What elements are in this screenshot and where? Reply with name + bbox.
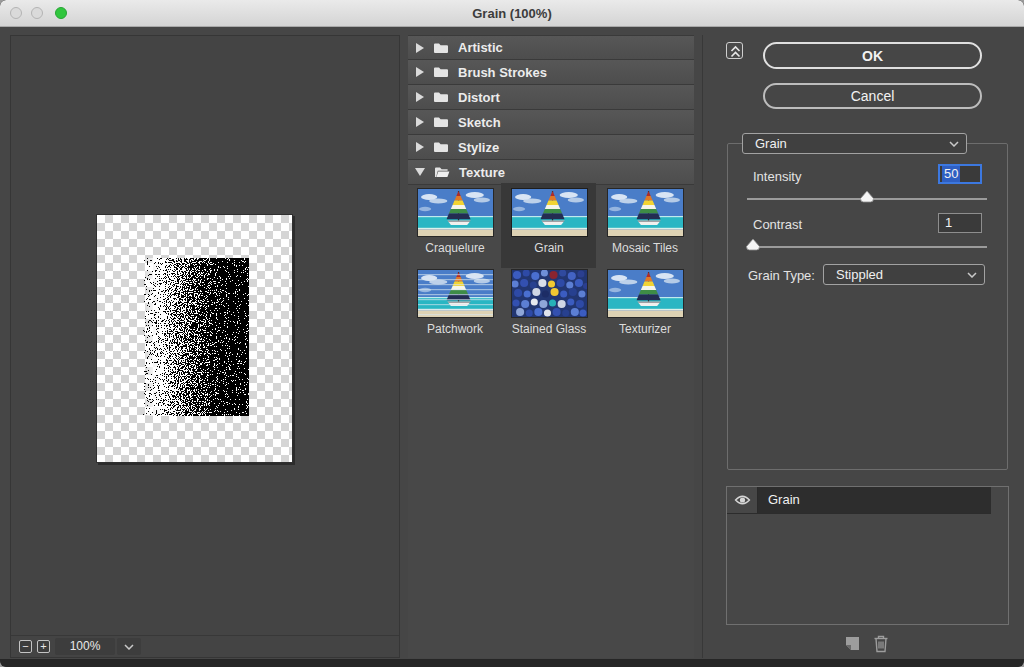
filter-thumb-mosaic-tiles[interactable]: Mosaic Tiles [598, 186, 692, 255]
grain-type-label: Grain Type: [748, 268, 815, 283]
visibility-toggle[interactable] [727, 487, 758, 513]
category-sketch[interactable]: Sketch [408, 110, 694, 135]
contrast-input[interactable]: 1 [938, 213, 982, 233]
stained-glass-thumbnail-image [512, 270, 587, 317]
filter-thumb-grain[interactable]: Grain [502, 186, 596, 255]
preview-panel: − + 100% [10, 35, 400, 658]
craquelure-thumbnail-image [418, 189, 493, 236]
grain-type-select[interactable]: Stippled [823, 264, 985, 285]
filter-thumb-craquelure[interactable]: Craquelure [408, 186, 502, 255]
slider-thumb[interactable] [745, 238, 761, 251]
category-brush-strokes[interactable]: Brush Strokes [408, 60, 694, 85]
zoom-out-button[interactable]: − [19, 640, 32, 653]
texturizer-thumbnail-image [608, 270, 683, 317]
double-chevron-up-icon [730, 45, 741, 58]
zoom-dropdown[interactable] [117, 638, 141, 655]
grain-thumbnail-image [512, 189, 587, 236]
filter-thumb-texturizer[interactable]: Texturizer [598, 267, 692, 336]
window-bottom-edge [0, 659, 1024, 667]
mosaic-tiles-thumbnail-image [608, 189, 683, 236]
disclosure-right-icon [416, 67, 424, 77]
category-stylize[interactable]: Stylize [408, 135, 694, 160]
intensity-label: Intensity [753, 169, 801, 184]
zoom-bar: − + 100% [11, 635, 399, 657]
folder-icon [433, 42, 449, 54]
window-title: Grain (100%) [0, 0, 1024, 27]
intensity-slider[interactable] [747, 198, 987, 200]
contrast-label: Contrast [753, 217, 802, 232]
category-artistic[interactable]: Artistic [408, 35, 694, 60]
contrast-slider[interactable] [747, 246, 987, 248]
disclosure-right-icon [416, 92, 424, 102]
title-bar: Grain (100%) [0, 0, 1024, 27]
texture-thumbnails: Craquelure Grain Mosaic Tiles Patchwork … [408, 186, 694, 658]
effect-layer-row[interactable]: Grain [727, 487, 991, 514]
folder-icon [433, 91, 449, 103]
filter-thumb-patchwork[interactable]: Patchwork [408, 267, 502, 336]
filter-category-list: Artistic Brush Strokes Distort Sketch St… [408, 35, 694, 658]
intensity-input[interactable]: 50 [938, 164, 982, 184]
filter-thumb-stained-glass[interactable]: Stained Glass [502, 267, 596, 336]
disclosure-right-icon [416, 43, 424, 53]
eye-icon [734, 494, 751, 506]
filter-gallery-dialog: Grain (100%) [0, 0, 1024, 667]
disclosure-right-icon [416, 142, 424, 152]
folder-open-icon [434, 166, 450, 178]
delete-effect-layer-icon[interactable] [871, 634, 891, 654]
folder-icon [433, 141, 449, 153]
grain-gradient-image [143, 258, 249, 416]
zoom-level[interactable]: 100% [55, 638, 115, 655]
chevron-down-icon [967, 272, 977, 278]
folder-icon [433, 116, 449, 128]
cancel-button[interactable]: Cancel [763, 83, 982, 109]
pane-separator [702, 35, 703, 658]
preview-document [96, 214, 293, 463]
chevron-down-icon [949, 141, 959, 147]
folder-icon [433, 66, 449, 78]
ok-button[interactable]: OK [763, 42, 982, 69]
category-texture[interactable]: Texture [408, 160, 694, 185]
slider-thumb[interactable] [859, 190, 875, 203]
category-distort[interactable]: Distort [408, 85, 694, 110]
chevron-down-icon [124, 644, 134, 650]
disclosure-right-icon [416, 117, 424, 127]
patchwork-thumbnail-image [418, 270, 493, 317]
filter-select[interactable]: Grain [742, 133, 967, 154]
disclosure-down-icon [415, 168, 425, 176]
collapse-panel-button[interactable] [726, 42, 743, 59]
zoom-in-button[interactable]: + [37, 640, 50, 653]
effect-layers-list: Grain [726, 486, 1009, 625]
new-effect-layer-icon[interactable] [842, 635, 862, 654]
